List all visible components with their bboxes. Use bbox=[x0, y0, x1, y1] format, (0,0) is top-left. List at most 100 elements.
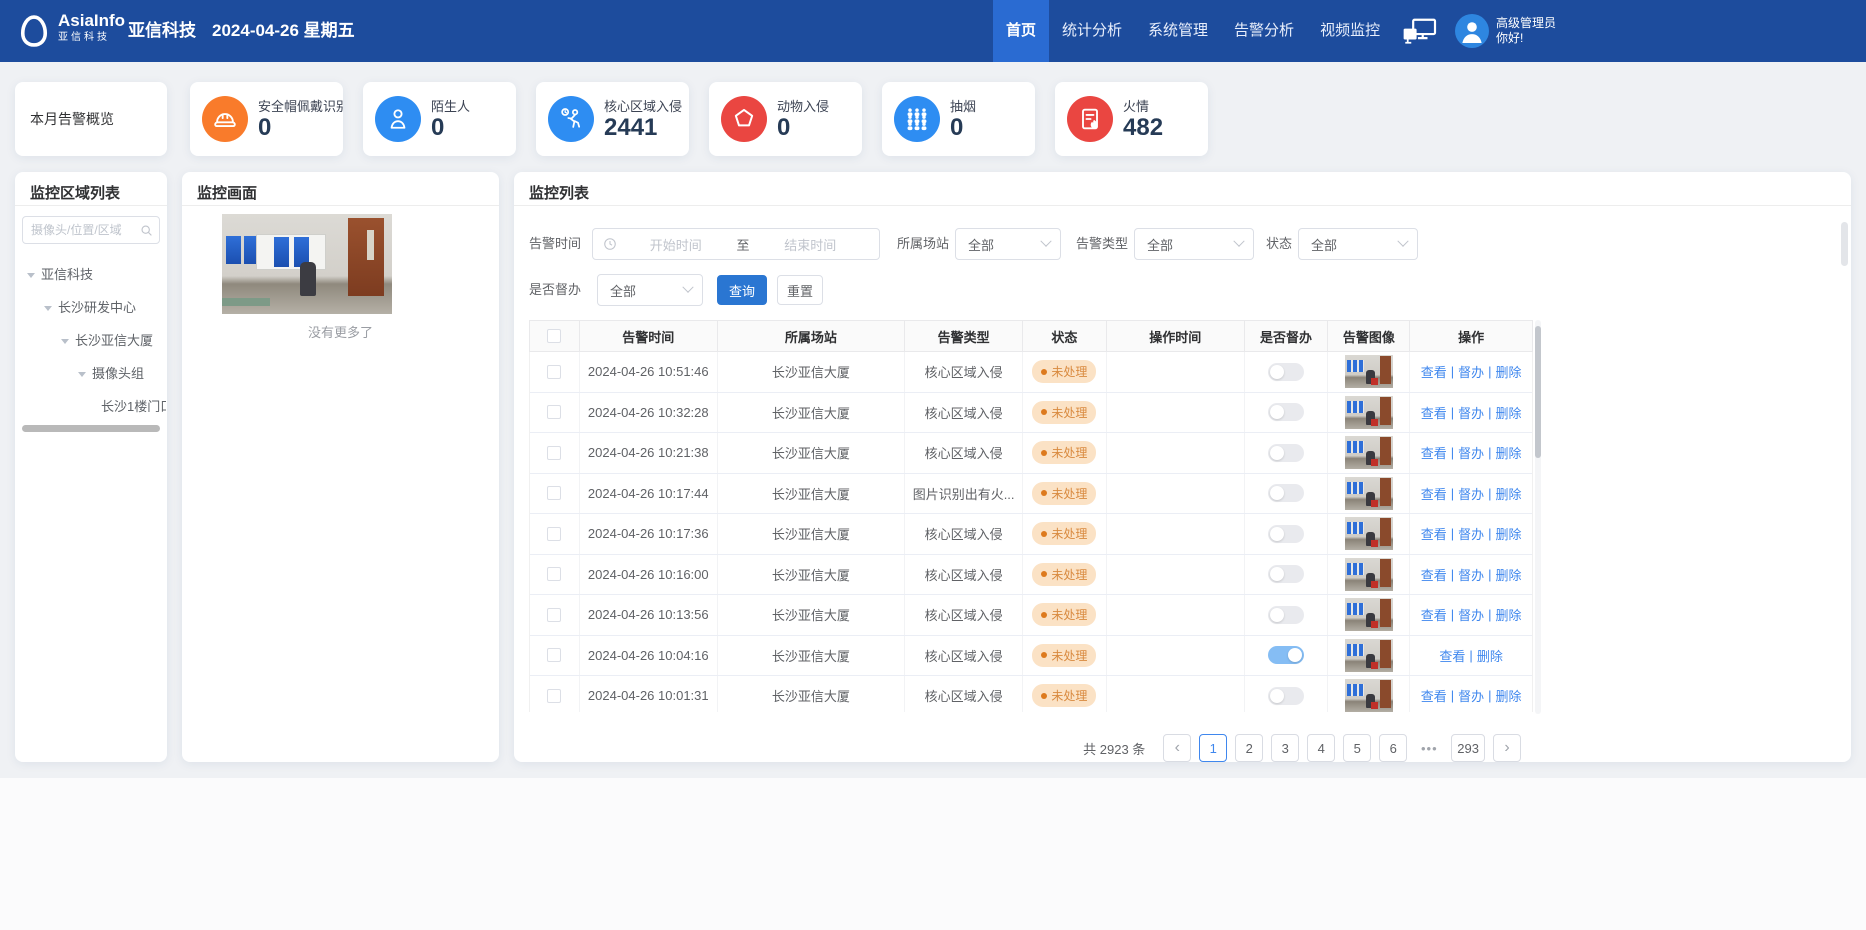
action-link[interactable]: 督办 bbox=[1458, 605, 1484, 624]
action-link[interactable]: 删除 bbox=[1477, 646, 1503, 665]
action-link[interactable]: 删除 bbox=[1496, 362, 1522, 381]
more-pages-ellipsis[interactable]: ••• bbox=[1415, 734, 1443, 762]
chevron-down-icon[interactable] bbox=[61, 339, 69, 344]
action-link[interactable]: 查看 bbox=[1421, 524, 1447, 543]
row-checkbox[interactable] bbox=[547, 405, 561, 419]
row-checkbox[interactable] bbox=[547, 446, 561, 460]
nav-item-2[interactable]: 系统管理 bbox=[1135, 0, 1221, 62]
action-link[interactable]: 删除 bbox=[1496, 403, 1522, 422]
current-date: 2024-04-26 星期五 bbox=[212, 0, 355, 62]
page-button-5[interactable]: 5 bbox=[1343, 734, 1371, 762]
status-select[interactable]: 全部 bbox=[1298, 228, 1418, 260]
chevron-down-icon[interactable] bbox=[44, 306, 52, 311]
action-link[interactable]: 删除 bbox=[1496, 524, 1522, 543]
cell-op-time bbox=[1107, 636, 1245, 676]
action-link[interactable]: 查看 bbox=[1421, 605, 1447, 624]
tree-node-2[interactable]: 长沙亚信大厦 bbox=[15, 324, 166, 357]
action-link[interactable]: 查看 bbox=[1421, 362, 1447, 381]
supervise-toggle[interactable] bbox=[1268, 687, 1304, 705]
select-all-checkbox[interactable] bbox=[547, 329, 561, 343]
alarm-time-label: 告警时间 bbox=[529, 228, 581, 260]
alarm-type-select[interactable]: 全部 bbox=[1134, 228, 1254, 260]
action-link[interactable]: 查看 bbox=[1421, 403, 1447, 422]
row-checkbox[interactable] bbox=[547, 608, 561, 622]
action-link[interactable]: 查看 bbox=[1421, 686, 1447, 705]
prev-page-button[interactable]: ‹ bbox=[1163, 734, 1191, 762]
tree-node-1[interactable]: 长沙研发中心 bbox=[15, 291, 166, 324]
alarm-image-thumbnail[interactable] bbox=[1345, 477, 1393, 510]
scrollbar-thumb[interactable] bbox=[1535, 326, 1541, 458]
alarm-image-thumbnail[interactable] bbox=[1345, 598, 1393, 631]
alarm-image-thumbnail[interactable] bbox=[1345, 436, 1393, 469]
tree-node-4[interactable]: 长沙1楼门口 bbox=[15, 390, 166, 423]
action-link[interactable]: 督办 bbox=[1458, 443, 1484, 462]
table-row: 2024-04-26 10:32:28 长沙亚信大厦 核心区域入侵 未处理 查看… bbox=[530, 393, 1532, 434]
page-button-1[interactable]: 1 bbox=[1199, 734, 1227, 762]
supervise-select[interactable]: 全部 bbox=[597, 274, 703, 306]
reset-button[interactable]: 重置 bbox=[777, 275, 823, 305]
action-link[interactable]: 查看 bbox=[1421, 565, 1447, 584]
search-button[interactable]: 查询 bbox=[717, 275, 767, 305]
monitor-screens-icon[interactable] bbox=[1399, 17, 1441, 47]
row-checkbox[interactable] bbox=[547, 689, 561, 703]
row-checkbox[interactable] bbox=[547, 567, 561, 581]
alarm-time-range-input[interactable]: 开始时间 至 结束时间 bbox=[592, 228, 880, 260]
action-link[interactable]: 查看 bbox=[1421, 484, 1447, 503]
alarm-image-thumbnail[interactable] bbox=[1345, 517, 1393, 550]
action-link[interactable]: 督办 bbox=[1458, 362, 1484, 381]
page-button-2[interactable]: 2 bbox=[1235, 734, 1263, 762]
cell-alarm-type: 核心区域入侵 bbox=[905, 636, 1023, 676]
action-link[interactable]: 删除 bbox=[1496, 605, 1522, 624]
page-button-3[interactable]: 3 bbox=[1271, 734, 1299, 762]
row-checkbox[interactable] bbox=[547, 486, 561, 500]
horizontal-scrollbar[interactable] bbox=[22, 425, 160, 432]
action-link[interactable]: 查看 bbox=[1439, 646, 1465, 665]
supervise-toggle[interactable] bbox=[1268, 646, 1304, 664]
supervise-toggle[interactable] bbox=[1268, 444, 1304, 462]
action-link[interactable]: 删除 bbox=[1496, 443, 1522, 462]
alarm-image-thumbnail[interactable] bbox=[1345, 639, 1393, 672]
user-avatar-icon[interactable] bbox=[1455, 14, 1489, 48]
action-link[interactable]: 督办 bbox=[1458, 484, 1484, 503]
action-link[interactable]: 删除 bbox=[1496, 484, 1522, 503]
alarm-image-thumbnail[interactable] bbox=[1345, 679, 1393, 712]
action-link[interactable]: 督办 bbox=[1458, 524, 1484, 543]
camera-search-input[interactable] bbox=[31, 223, 140, 237]
nav-item-3[interactable]: 告警分析 bbox=[1221, 0, 1307, 62]
alarm-image-thumbnail[interactable] bbox=[1345, 355, 1393, 388]
supervise-toggle[interactable] bbox=[1268, 565, 1304, 583]
supervise-toggle[interactable] bbox=[1268, 606, 1304, 624]
tree-node-0[interactable]: 亚信科技 bbox=[15, 258, 166, 291]
action-link[interactable]: 查看 bbox=[1421, 443, 1447, 462]
supervise-toggle[interactable] bbox=[1268, 403, 1304, 421]
nav-item-0[interactable]: 首页 bbox=[993, 0, 1049, 62]
table-vertical-scrollbar[interactable] bbox=[1535, 320, 1541, 714]
page-button-4[interactable]: 4 bbox=[1307, 734, 1335, 762]
camera-snapshot[interactable] bbox=[222, 214, 392, 314]
last-page-button[interactable]: 293 bbox=[1451, 734, 1485, 762]
nav-item-1[interactable]: 统计分析 bbox=[1049, 0, 1135, 62]
chair-shape bbox=[300, 262, 316, 296]
alarm-image-thumbnail[interactable] bbox=[1345, 558, 1393, 591]
chevron-down-icon[interactable] bbox=[27, 273, 35, 278]
panel-scrollbar[interactable] bbox=[1841, 222, 1848, 266]
action-link[interactable]: 督办 bbox=[1458, 565, 1484, 584]
tree-node-3[interactable]: 摄像头组 bbox=[15, 357, 166, 390]
alarm-image-thumbnail[interactable] bbox=[1345, 396, 1393, 429]
supervise-toggle[interactable] bbox=[1268, 484, 1304, 502]
row-checkbox[interactable] bbox=[547, 527, 561, 541]
action-link[interactable]: 删除 bbox=[1496, 565, 1522, 584]
next-page-button[interactable]: › bbox=[1493, 734, 1521, 762]
action-link[interactable]: 督办 bbox=[1458, 686, 1484, 705]
chevron-down-icon[interactable] bbox=[78, 372, 86, 377]
row-checkbox[interactable] bbox=[547, 365, 561, 379]
supervise-toggle[interactable] bbox=[1268, 525, 1304, 543]
station-select[interactable]: 全部 bbox=[955, 228, 1061, 260]
action-link[interactable]: 删除 bbox=[1496, 686, 1522, 705]
page-button-6[interactable]: 6 bbox=[1379, 734, 1407, 762]
user-info[interactable]: 高级管理员 你好! bbox=[1496, 16, 1556, 46]
row-checkbox[interactable] bbox=[547, 648, 561, 662]
nav-item-4[interactable]: 视频监控 bbox=[1307, 0, 1393, 62]
supervise-toggle[interactable] bbox=[1268, 363, 1304, 381]
action-link[interactable]: 督办 bbox=[1458, 403, 1484, 422]
